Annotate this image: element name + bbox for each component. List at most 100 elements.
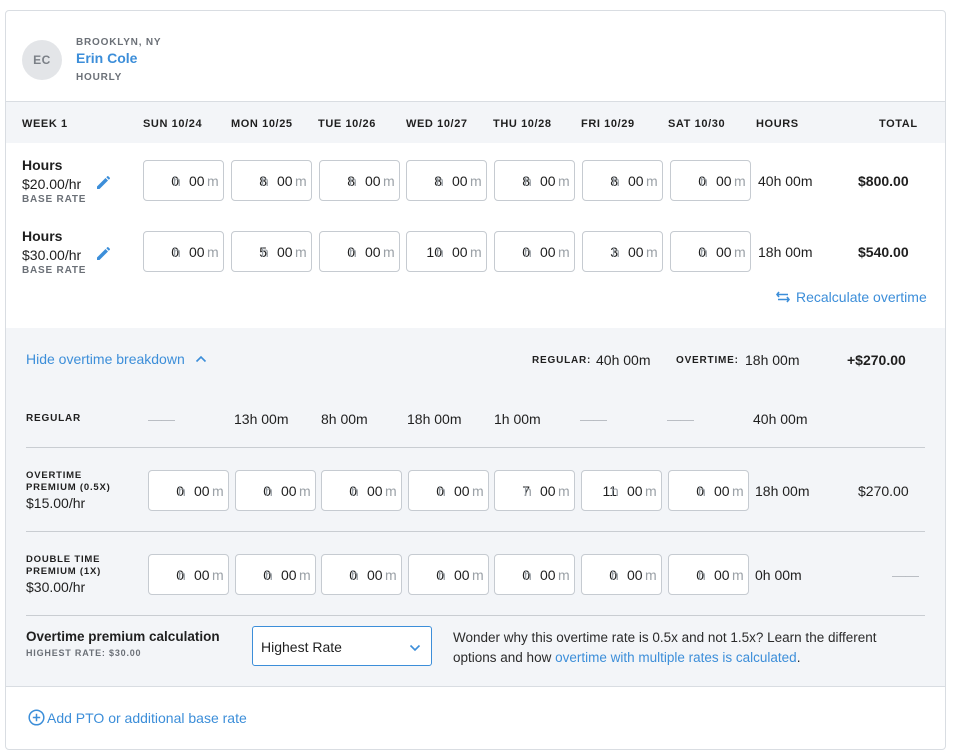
rate-type: BASE RATE	[22, 194, 87, 205]
time-entry-input[interactable]: 8 h 00 m	[319, 160, 400, 201]
minutes-unit: m	[472, 567, 484, 583]
time-entry-input[interactable]: 0 h 00 m	[581, 554, 662, 595]
time-entry-input[interactable]: 8 h 00 m	[231, 160, 312, 201]
minutes-value: 00	[281, 567, 297, 583]
pencil-icon[interactable]	[95, 246, 111, 262]
ot-row-label: OVERTIME	[26, 470, 83, 481]
hours-unit: h	[524, 567, 532, 583]
time-entry-input[interactable]: 0 h 00 m	[148, 554, 229, 595]
dt-row-total: ——	[892, 567, 919, 583]
hours-unit: h	[611, 567, 619, 583]
day-header: SAT 10/30	[668, 118, 726, 130]
hours-unit: h	[261, 244, 269, 260]
time-entry-input[interactable]: 0 h 00 m	[143, 231, 224, 272]
hours-unit: h	[611, 483, 619, 499]
toggle-label: Hide overtime breakdown	[26, 351, 185, 367]
time-entry-input[interactable]: 0 h 00 m	[235, 470, 316, 511]
minutes-unit: m	[212, 567, 224, 583]
minutes-value: 00	[277, 244, 293, 260]
add-pto-button[interactable]: Add PTO or additional base rate	[28, 709, 247, 726]
minutes-value: 00	[365, 244, 381, 260]
minutes-value: 00	[452, 173, 468, 189]
chevron-up-icon	[195, 355, 206, 363]
time-entry-input[interactable]: 8 h 00 m	[406, 160, 487, 201]
day-header: WED 10/27	[406, 118, 468, 130]
regular-day-value: ——	[667, 411, 694, 427]
time-entry-input[interactable]: 3 h 00 m	[582, 231, 663, 272]
hours-unit: h	[436, 244, 444, 260]
minutes-unit: m	[646, 173, 658, 189]
time-entry-input[interactable]: 0 h 00 m	[408, 470, 489, 511]
time-entry-input[interactable]: 0 h 00 m	[494, 554, 575, 595]
minutes-unit: m	[383, 244, 395, 260]
regular-day-value: ——	[580, 411, 607, 427]
row-rate: $30.00/hr	[22, 247, 82, 263]
time-entry-input[interactable]: 5 h 00 m	[231, 231, 312, 272]
divider	[26, 447, 925, 448]
info-link[interactable]: overtime with multiple rates is calculat…	[555, 650, 797, 665]
hide-breakdown-toggle[interactable]: Hide overtime breakdown	[26, 351, 207, 367]
minutes-value: 00	[454, 483, 470, 499]
time-entry-input[interactable]: 0 h 00 m	[668, 470, 749, 511]
minutes-unit: m	[299, 483, 311, 499]
minutes-unit: m	[558, 173, 570, 189]
premium-calc-select[interactable]: Highest Rate	[252, 626, 432, 666]
time-entry-input[interactable]: 8 h 00 m	[582, 160, 663, 201]
employee-name[interactable]: Erin Cole	[76, 50, 137, 66]
time-entry-input[interactable]: 0 h 00 m	[494, 231, 575, 272]
hours-unit: h	[349, 173, 357, 189]
minutes-unit: m	[732, 483, 744, 499]
overtime-summary-value: 18h 00m	[745, 352, 800, 368]
time-entry-input[interactable]: 0 h 00 m	[321, 470, 402, 511]
minutes-unit: m	[558, 244, 570, 260]
hours-unit: h	[700, 173, 708, 189]
minutes-value: 00	[367, 567, 383, 583]
recalculate-overtime-button[interactable]: Recalculate overtime	[776, 289, 927, 305]
time-entry-input[interactable]: 10 h 00 m	[406, 231, 487, 272]
day-header: FRI 10/29	[581, 118, 635, 130]
minutes-unit: m	[212, 483, 224, 499]
hours-unit: h	[351, 567, 359, 583]
week-header: WEEK 1	[22, 118, 68, 130]
minutes-value: 00	[716, 244, 732, 260]
minutes-value: 00	[365, 173, 381, 189]
dt-row-label-2: PREMIUM (1X)	[26, 566, 102, 577]
hours-unit: h	[436, 173, 444, 189]
pencil-icon[interactable]	[95, 175, 111, 191]
time-entry-input[interactable]: 8 h 00 m	[494, 160, 575, 201]
hours-unit: h	[178, 567, 186, 583]
time-entry-input[interactable]: 0 h 00 m	[321, 554, 402, 595]
swap-arrows-icon	[776, 291, 790, 303]
hours-header: HOURS	[756, 118, 799, 130]
time-entry-input[interactable]: 0 h 00 m	[235, 554, 316, 595]
minutes-value: 00	[367, 483, 383, 499]
divider	[26, 615, 925, 616]
minutes-unit: m	[734, 244, 746, 260]
time-entry-input[interactable]: 0 h 00 m	[408, 554, 489, 595]
minutes-value: 00	[277, 173, 293, 189]
day-header: SUN 10/24	[143, 118, 203, 130]
hours-unit: h	[698, 567, 706, 583]
minutes-unit: m	[383, 173, 395, 189]
dt-row-hours: 0h 00m	[755, 567, 802, 583]
recalculate-label: Recalculate overtime	[796, 289, 927, 305]
time-entry-input[interactable]: 0 h 00 m	[319, 231, 400, 272]
time-entry-input[interactable]: 0 h 00 m	[670, 231, 751, 272]
time-entry-input[interactable]: 7 h 00 m	[494, 470, 575, 511]
regular-summary-value: 40h 00m	[596, 352, 651, 368]
time-entry-input[interactable]: 0 h 00 m	[670, 160, 751, 201]
time-entry-input[interactable]: 0 h 00 m	[148, 470, 229, 511]
time-entry-input[interactable]: 11 h 00 m	[581, 470, 662, 511]
rate-type: BASE RATE	[22, 265, 87, 276]
time-entry-input[interactable]: 0 h 00 m	[143, 160, 224, 201]
minutes-unit: m	[385, 567, 397, 583]
minutes-unit: m	[472, 483, 484, 499]
hours-unit: h	[261, 173, 269, 189]
minutes-value: 00	[194, 483, 210, 499]
time-entry-input[interactable]: 0 h 00 m	[668, 554, 749, 595]
minutes-unit: m	[558, 483, 570, 499]
minutes-unit: m	[470, 244, 482, 260]
premium-calc-info: Wonder why this overtime rate is 0.5x an…	[453, 628, 923, 668]
hours-unit: h	[173, 244, 181, 260]
hours-unit: h	[524, 173, 532, 189]
